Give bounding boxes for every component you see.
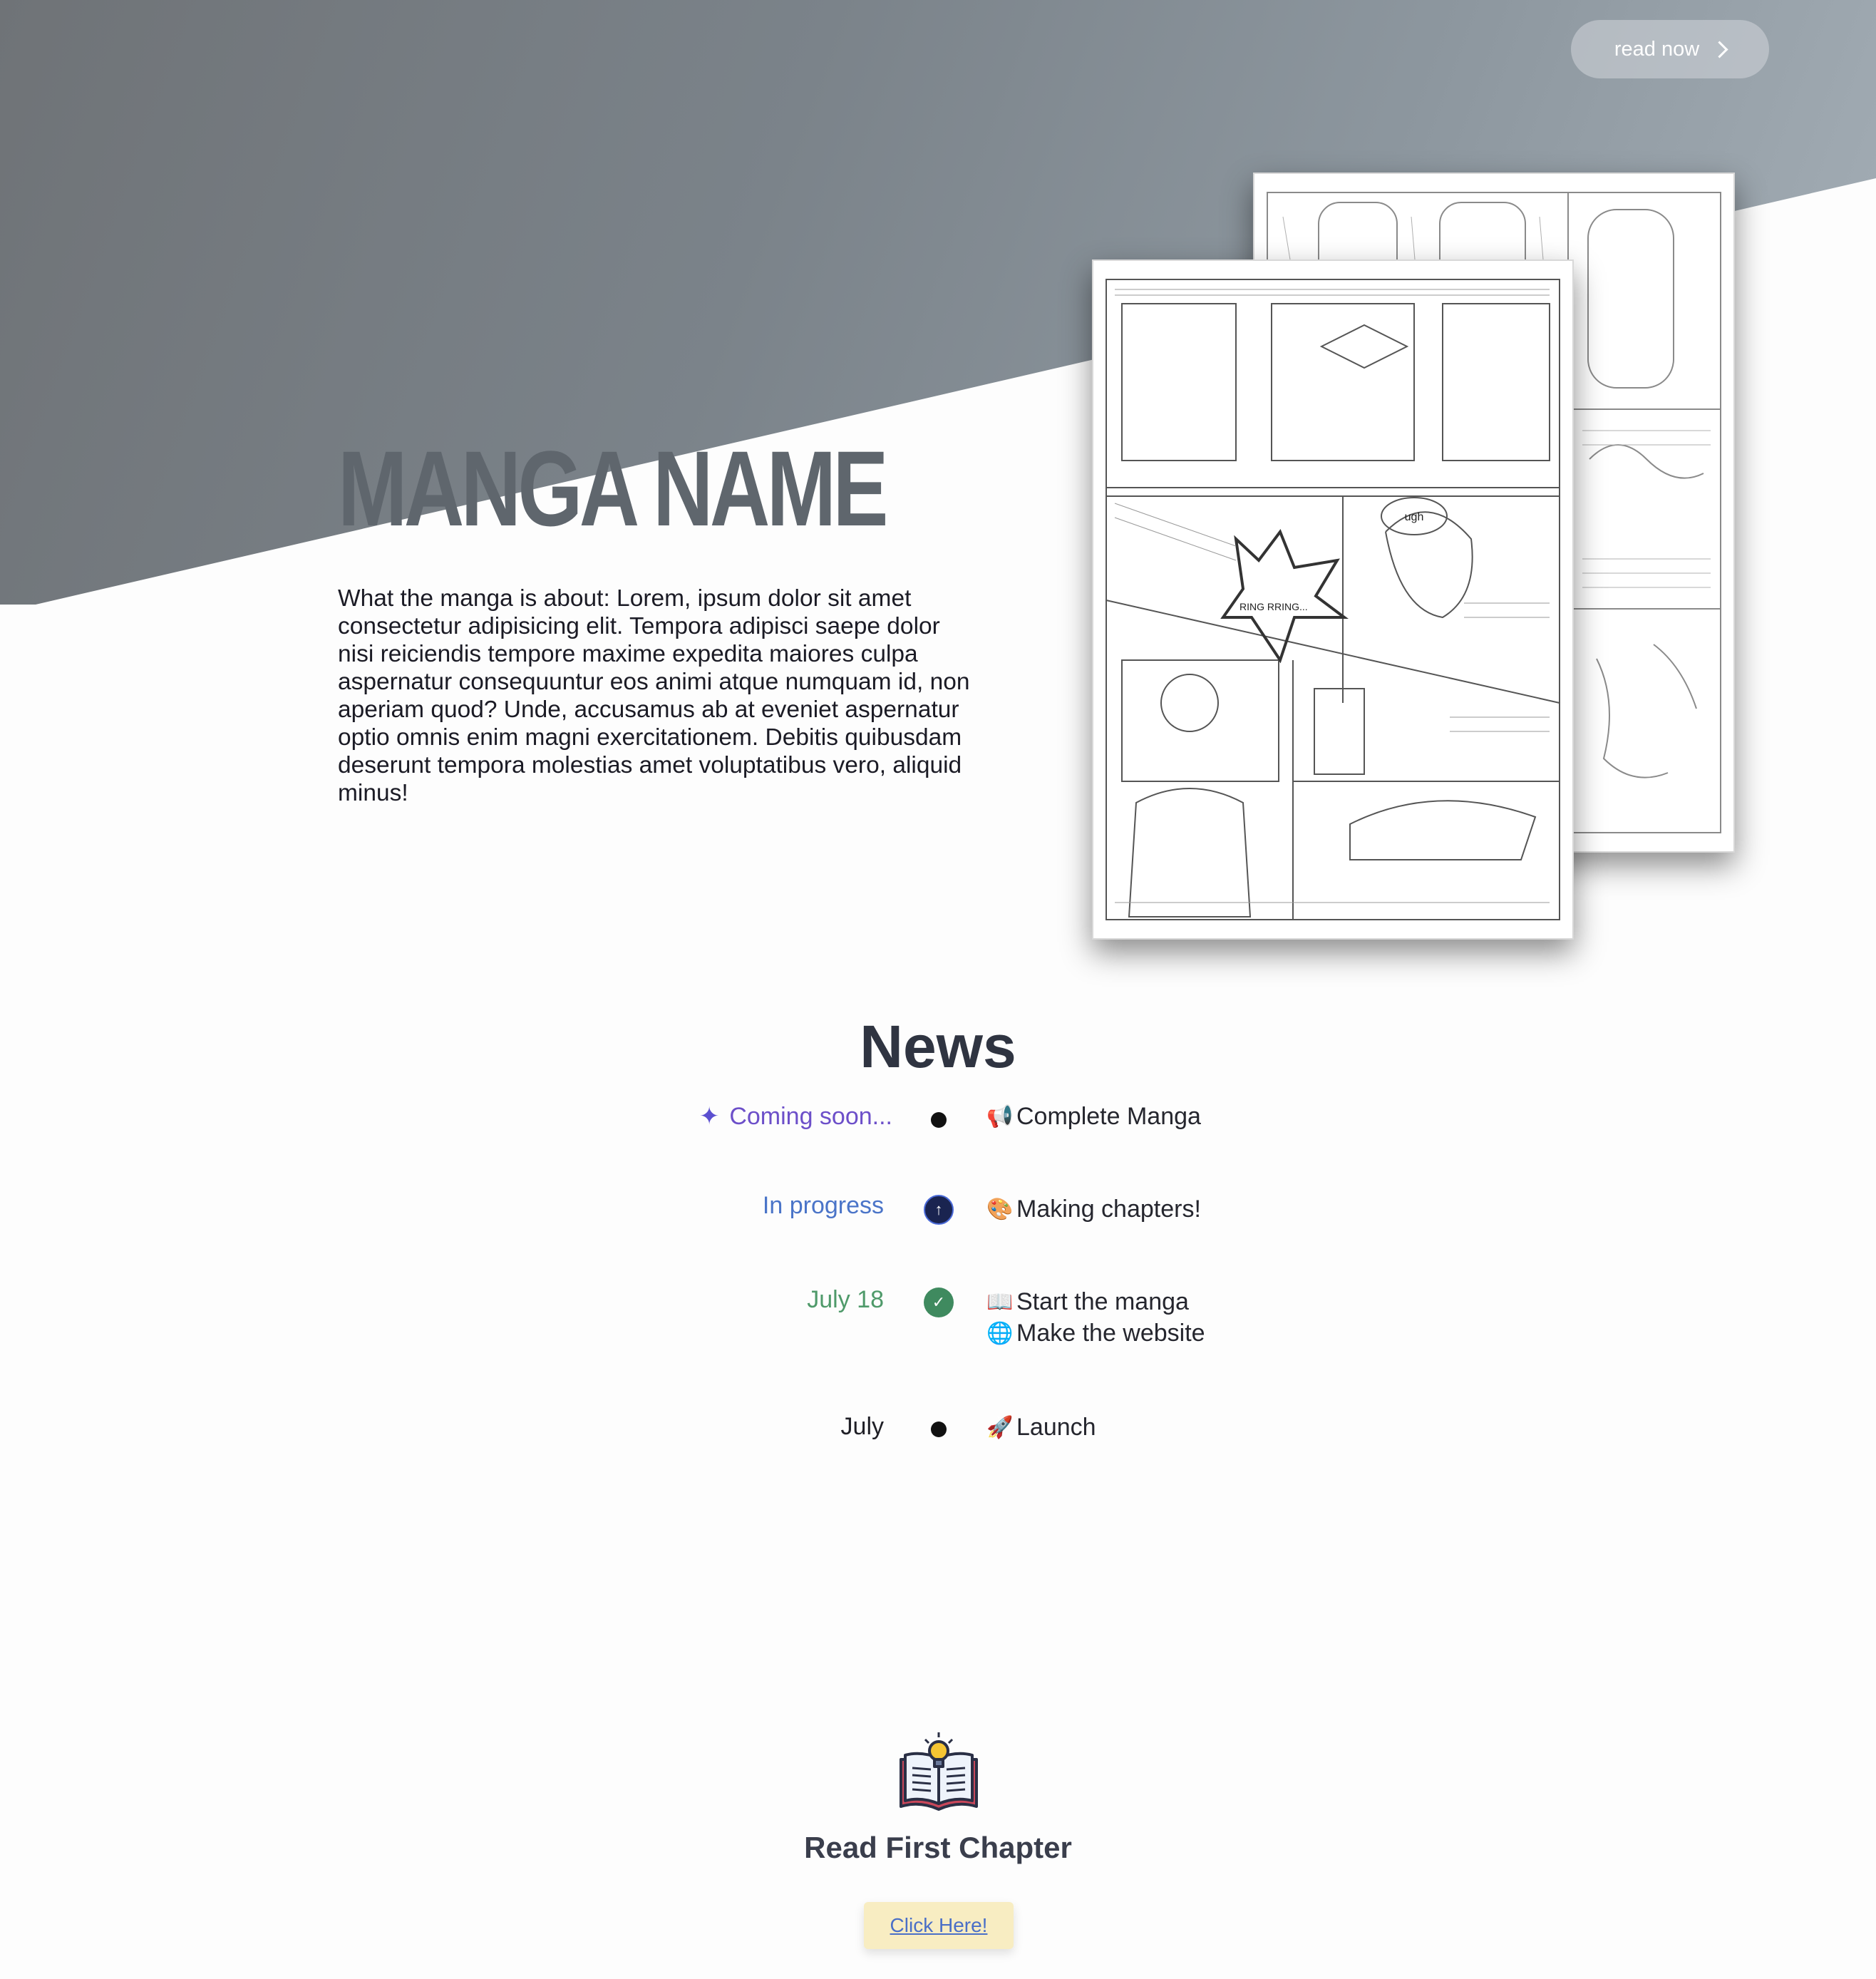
timeline-entries: 🚀 Launch [986,1412,1096,1443]
timeline-entry: 🎨 Making chapters! [986,1195,1201,1223]
timeline-entry: 🌐 Make the website [986,1319,1205,1347]
timeline-label: ✦ Coming soon... [699,1102,892,1131]
book-lightbulb-icon [900,1732,978,1811]
open-book-icon: 📖 [986,1290,1014,1314]
sound-effect-text: RING RRING... [1240,601,1308,612]
chevron-right-icon [1711,40,1728,58]
globe-icon: 🌐 [986,1321,1014,1345]
timeline-label: July [840,1413,884,1440]
news-title: News [860,1013,1016,1080]
manga-page-front: ugh RING RRING... [1092,259,1574,940]
read-now-button[interactable]: read now [1571,20,1769,78]
timeline-dot [931,1112,947,1128]
timeline-label: July 18 [807,1286,884,1313]
check-icon: ✓ [924,1287,954,1317]
timeline-entry: 🚀 Launch [986,1413,1096,1441]
click-here-button[interactable]: Click Here! [864,1902,1014,1949]
timeline-entry: 📢 Complete Manga [986,1102,1201,1130]
read-first-chapter-title: Read First Chapter [804,1831,1072,1864]
rocket-icon: 🚀 [986,1415,1014,1439]
timeline-entries: 📖 Start the manga 🌐 Make the website [986,1286,1205,1349]
manga-description: What the manga is about: Lorem, ipsum do… [338,585,970,806]
manga-title: MANGA NAME [338,428,888,548]
timeline-entries: 📢 Complete Manga [986,1101,1201,1132]
timeline-dot [931,1422,947,1437]
manga-page-front-art: ugh RING RRING... [1106,279,1560,920]
sparkle-icon: ✦ [699,1103,720,1130]
timeline-entries: 🎨 Making chapters! [986,1193,1201,1225]
read-now-label: read now [1614,37,1700,61]
page: read now MANGA NAME What the manga is ab… [0,0,1876,1979]
palette-icon: 🎨 [986,1197,1014,1221]
progress-arrow-icon: ↑ [924,1195,954,1225]
megaphone-icon: 📢 [986,1104,1014,1129]
timeline-label: In progress [762,1192,884,1219]
timeline-entry: 📖 Start the manga [986,1287,1189,1315]
speech-bubble-text: ugh [1405,511,1424,523]
